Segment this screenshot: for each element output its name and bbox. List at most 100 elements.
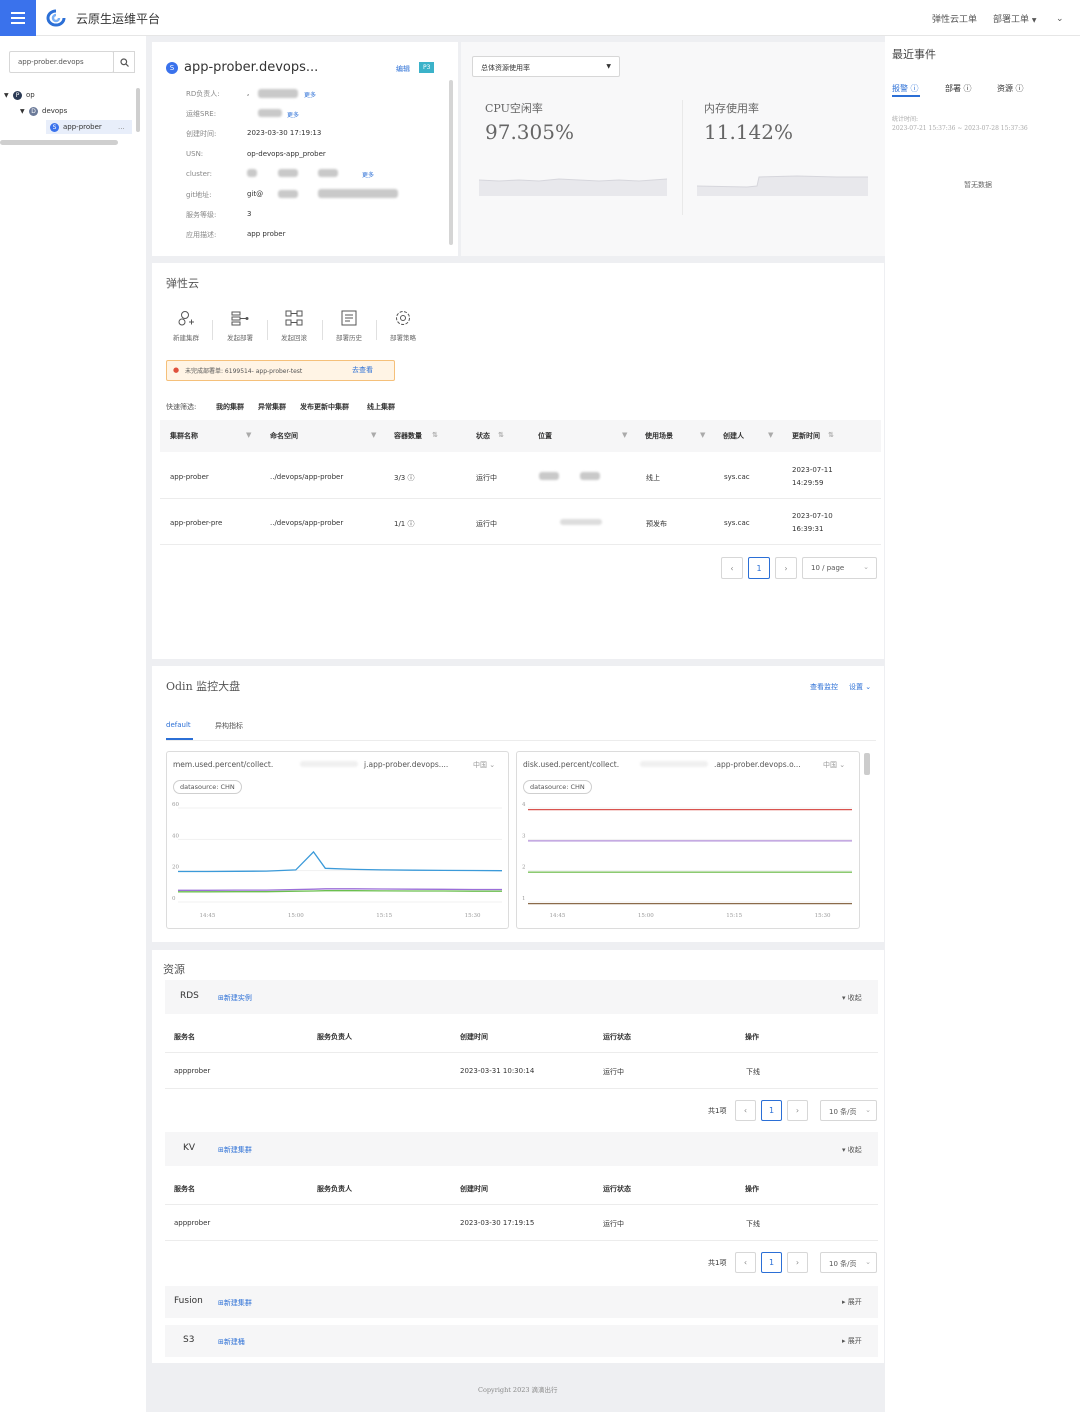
next-page-button[interactable]: › bbox=[787, 1252, 808, 1273]
cluster-update-time: 16:39:31 bbox=[792, 525, 824, 533]
sort-icon[interactable]: ⇅ bbox=[498, 431, 504, 439]
chevron-down-icon: ⌄ bbox=[863, 563, 869, 571]
fusion-toggle[interactable]: ▸ 展开 bbox=[842, 1297, 862, 1307]
region-value: 中国 bbox=[473, 761, 487, 769]
kv-offline-link[interactable]: 下线 bbox=[746, 1219, 760, 1229]
tab-heterogeneous[interactable]: 异构指标 bbox=[215, 721, 243, 731]
prev-page-button[interactable]: ‹ bbox=[721, 557, 743, 579]
tab-deploy[interactable]: 部署 ⓘ bbox=[945, 83, 972, 94]
tree-badge: P bbox=[13, 90, 22, 100]
row-divider bbox=[160, 498, 881, 499]
search-button[interactable] bbox=[113, 51, 135, 73]
filter-icon[interactable]: ▼ bbox=[622, 431, 627, 439]
tab-alarm[interactable]: 报警 ⓘ bbox=[892, 83, 919, 94]
alert-view-link[interactable]: 去查看 bbox=[352, 365, 373, 375]
tree-badge: S bbox=[50, 122, 59, 132]
elastic-title: 弹性云 bbox=[166, 277, 199, 290]
page-size-select[interactable]: 10 条/页 ⌄ bbox=[820, 1252, 877, 1273]
fusion-add-button[interactable]: ⊞新建集群 bbox=[218, 1298, 252, 1308]
sort-icon[interactable]: ⇅ bbox=[828, 431, 834, 439]
deploy-ticket-menu[interactable]: 部署工单 ▼ bbox=[993, 12, 1037, 25]
rollback-button[interactable]: 发起回滚 bbox=[274, 310, 314, 342]
card-scrollbar[interactable] bbox=[449, 80, 453, 245]
filter-icon[interactable]: ▼ bbox=[768, 431, 773, 439]
page-size-select[interactable]: 10 / page ⌄ bbox=[802, 557, 877, 579]
region-select[interactable]: 中国 ⌄ bbox=[823, 760, 845, 770]
filter-my-clusters[interactable]: 我的集群 bbox=[216, 402, 244, 412]
y-tick-label: 1 bbox=[522, 896, 526, 902]
col-header: 位置 bbox=[538, 432, 552, 440]
filter-updating[interactable]: 发布更新中集群 bbox=[300, 402, 349, 412]
deploy-history-button[interactable]: 部署历史 bbox=[329, 310, 369, 342]
filter-icon[interactable]: ▼ bbox=[371, 431, 376, 439]
region-select[interactable]: 中国 ⌄ bbox=[473, 760, 495, 770]
filter-icon[interactable]: ▼ bbox=[700, 431, 705, 439]
col-header: 服务名 bbox=[174, 1033, 195, 1041]
tab-label: 资源 bbox=[997, 84, 1013, 93]
rds-offline-link[interactable]: 下线 bbox=[746, 1067, 760, 1077]
kv-toggle[interactable]: ▾ 收起 bbox=[842, 1145, 862, 1155]
tree-node-op[interactable]: ▼ P op bbox=[4, 88, 35, 102]
time-label: 统计时间: bbox=[892, 116, 919, 123]
search-input[interactable]: app-prober.devops bbox=[9, 51, 114, 73]
page-size-value: 10 条/页 bbox=[829, 1260, 857, 1268]
kv-service-link[interactable]: appprober bbox=[174, 1219, 210, 1227]
more-link[interactable]: 更多 bbox=[304, 90, 316, 99]
tab-resource[interactable]: 资源 ⓘ bbox=[997, 83, 1024, 94]
cluster-name-link[interactable]: app-prober-pre bbox=[170, 519, 222, 527]
copyright: Copyright 2023 滴滴出行 bbox=[478, 1386, 558, 1394]
divider bbox=[267, 320, 268, 340]
deploy-strategy-button[interactable]: 部署策略 bbox=[383, 310, 423, 342]
caret-down-icon: ▼ bbox=[4, 91, 9, 99]
view-monitor-link[interactable]: 查看监控 bbox=[810, 682, 838, 692]
sort-icon[interactable]: ⇅ bbox=[432, 431, 438, 439]
next-page-button[interactable]: › bbox=[775, 557, 797, 579]
field-value: app prober bbox=[247, 230, 286, 238]
elastic-ticket-link[interactable]: 弹性云工单 bbox=[932, 12, 977, 25]
usage-select[interactable]: 总体资源使用率 ▼ bbox=[472, 56, 620, 77]
settings-menu[interactable]: 设置 ⌄ bbox=[849, 682, 871, 692]
page-number-button[interactable]: 1 bbox=[748, 557, 770, 579]
prev-page-button[interactable]: ‹ bbox=[735, 1252, 756, 1273]
tab-default[interactable]: default bbox=[166, 721, 191, 729]
rds-add-button[interactable]: ⊞新建实例 bbox=[218, 993, 252, 1003]
s3-add-button[interactable]: ⊞新建桶 bbox=[218, 1337, 245, 1347]
next-page-button[interactable]: › bbox=[787, 1100, 808, 1121]
tree-h-scrollbar[interactable] bbox=[0, 140, 118, 145]
charts-scrollbar[interactable] bbox=[864, 753, 870, 775]
help-icon[interactable]: ⓘ bbox=[408, 474, 415, 482]
user-menu-icon[interactable]: ⌄ bbox=[1056, 14, 1064, 24]
tree-more-button[interactable]: ... bbox=[118, 120, 125, 134]
deploy-button[interactable]: 发起部署 bbox=[220, 310, 260, 342]
help-icon[interactable]: ⓘ bbox=[408, 520, 415, 528]
rds-service-link[interactable]: appprober bbox=[174, 1067, 210, 1075]
cluster-update-time: 14:29:59 bbox=[792, 479, 824, 487]
y-tick-label: 60 bbox=[172, 802, 179, 808]
kv-add-button[interactable]: ⊞新建集群 bbox=[218, 1145, 252, 1155]
toggle-label: 收起 bbox=[847, 1146, 862, 1154]
tree-scrollbar[interactable] bbox=[136, 88, 140, 132]
hamburger-icon bbox=[11, 12, 25, 24]
s3-toggle[interactable]: ▸ 展开 bbox=[842, 1336, 862, 1346]
mem-line-chart: 60 40 20 0 14:45 15:00 15:15 15:30 bbox=[172, 802, 503, 919]
edit-button[interactable]: 编辑 bbox=[396, 64, 410, 74]
filter-abnormal[interactable]: 异常集群 bbox=[258, 402, 286, 412]
more-link[interactable]: 更多 bbox=[362, 170, 374, 179]
page-number-button[interactable]: 1 bbox=[761, 1252, 782, 1273]
filter-online[interactable]: 线上集群 bbox=[367, 402, 395, 412]
cluster-ns: ../devops/app-prober bbox=[270, 473, 344, 481]
filter-icon[interactable]: ▼ bbox=[246, 431, 251, 439]
redacted-location bbox=[580, 472, 600, 480]
redacted-location bbox=[539, 472, 559, 480]
history-icon bbox=[341, 310, 357, 326]
rds-toggle[interactable]: ▾ 收起 bbox=[842, 993, 862, 1003]
more-link[interactable]: 更多 bbox=[287, 110, 299, 119]
new-cluster-button[interactable]: 新建集群 bbox=[166, 310, 206, 342]
tree-node-devops[interactable]: ▼ D devops bbox=[20, 104, 67, 118]
menu-button[interactable] bbox=[0, 0, 36, 36]
prev-page-button[interactable]: ‹ bbox=[735, 1100, 756, 1121]
cluster-name-link[interactable]: app-prober bbox=[170, 473, 209, 481]
page-number-button[interactable]: 1 bbox=[761, 1100, 782, 1121]
rds-table-header: 服务名 服务负责人 创建时间 运行状态 操作 bbox=[165, 1022, 878, 1052]
page-size-select[interactable]: 10 条/页 ⌄ bbox=[820, 1100, 877, 1121]
